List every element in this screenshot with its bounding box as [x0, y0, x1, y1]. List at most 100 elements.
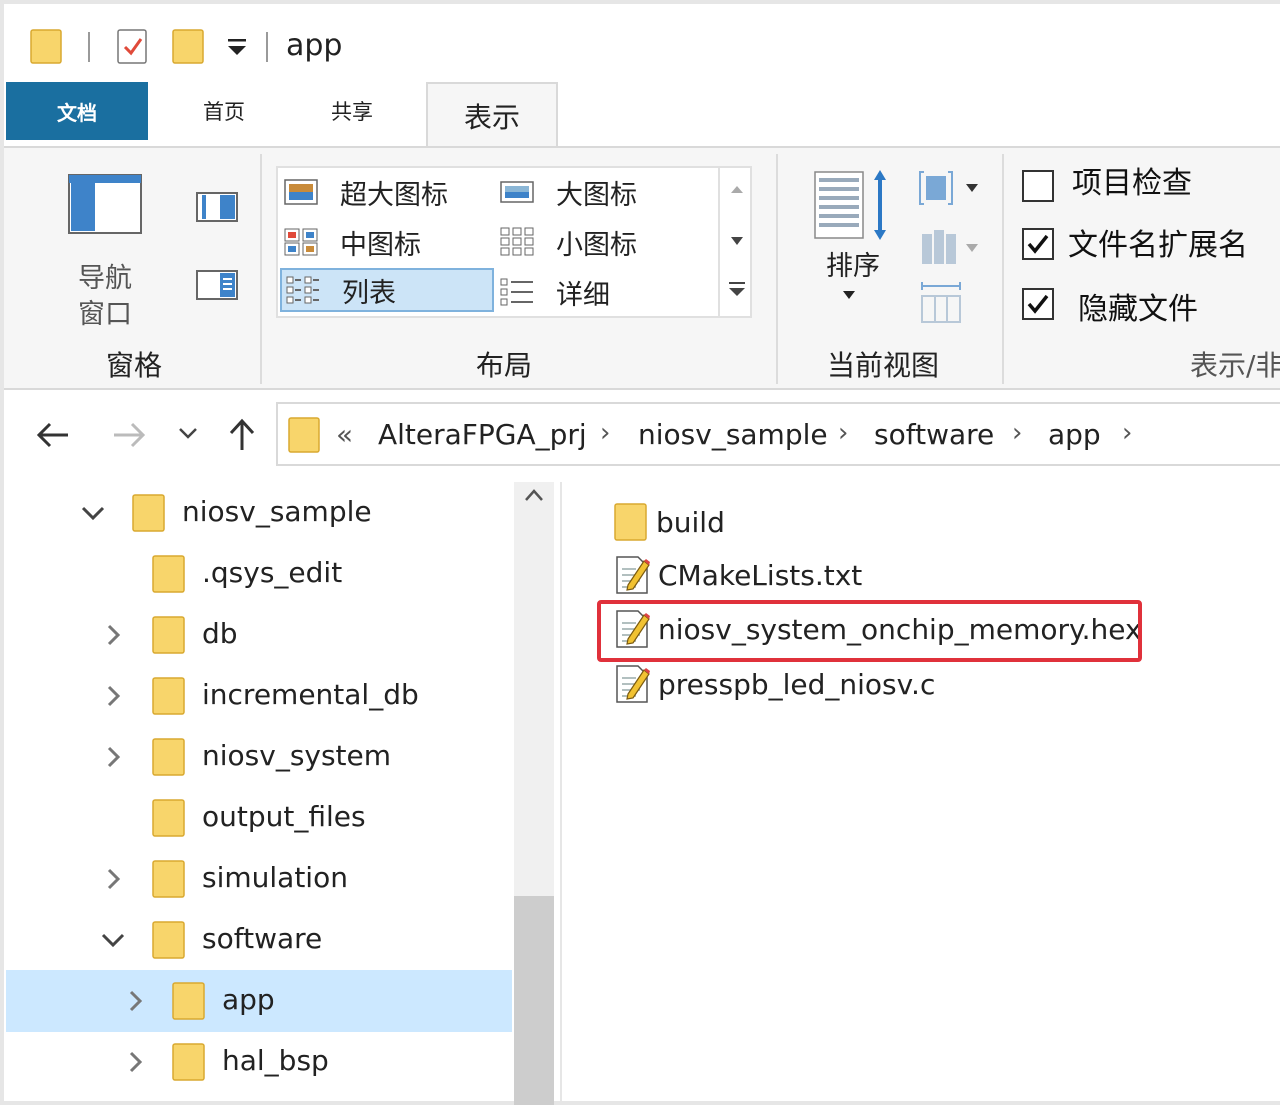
item-checkbox-toggle[interactable] — [1022, 170, 1054, 202]
preview-pane-icon[interactable] — [196, 192, 238, 222]
layout-extra-large-icons[interactable]: 超大图标 — [284, 170, 484, 214]
tree-item-label: hal_bsp — [222, 1044, 329, 1077]
folder-icon — [152, 555, 185, 593]
chevron-down-icon[interactable] — [100, 929, 126, 951]
recent-locations-chevron-icon[interactable] — [178, 426, 198, 440]
breadcrumb-chevron-icon[interactable]: › — [1122, 418, 1132, 448]
back-arrow-icon[interactable] — [36, 420, 70, 450]
hidden-items-label[interactable]: 隐藏文件 — [1078, 284, 1198, 328]
forward-arrow-icon[interactable] — [112, 420, 146, 450]
tree-item[interactable]: software — [0, 911, 512, 969]
file-item[interactable]: CMakeLists.txt — [614, 551, 862, 599]
scrollbar-thumb[interactable] — [514, 896, 554, 1105]
pane-divider[interactable] — [560, 482, 562, 1105]
group-by-icon[interactable] — [918, 168, 984, 208]
ribbon-panel: 导航 窗口 窗格 超大图标 大图标 中图标 小图标 列表 详细 布局 排序 当前… — [4, 146, 1280, 390]
details-pane-icon[interactable] — [196, 270, 238, 300]
tab-view[interactable]: 表示 — [426, 82, 558, 148]
breadcrumb-item[interactable]: niosv_sample — [638, 418, 828, 451]
small-icons-icon — [500, 227, 534, 256]
item-checkbox-label[interactable]: 项目检查 — [1072, 158, 1192, 202]
chevron-down-icon[interactable] — [80, 502, 106, 524]
tree-item-label: app — [222, 983, 275, 1016]
file-extensions-checkbox[interactable] — [1022, 228, 1054, 260]
layout-list[interactable]: 列表 — [280, 268, 494, 312]
customize-toolbar-icon[interactable] — [226, 38, 248, 56]
breadcrumb-item[interactable]: software — [874, 418, 994, 451]
tree-item[interactable]: niosv_system — [0, 728, 512, 786]
file-name: CMakeLists.txt — [658, 558, 863, 592]
nav-pane-label-1[interactable]: 导航 — [68, 256, 142, 295]
tree-item-label: niosv_system — [202, 739, 392, 772]
ribbon-divider — [260, 154, 262, 384]
tree-item[interactable]: app — [0, 972, 512, 1030]
layout-label: 超大图标 — [340, 179, 448, 211]
group-label-show-hide: 表示/非 — [1190, 349, 1280, 382]
chevron-right-icon[interactable] — [122, 990, 148, 1012]
add-columns-icon[interactable] — [918, 228, 984, 266]
folder-icon — [152, 677, 185, 715]
nav-pane-scrollbar[interactable] — [514, 482, 554, 1105]
layout-medium-icons[interactable]: 中图标 — [284, 220, 484, 264]
gallery-expand-icon[interactable] — [728, 280, 746, 298]
folder-icon — [152, 799, 185, 837]
folder-icon[interactable] — [30, 28, 64, 64]
tree-item[interactable]: output_files — [0, 789, 512, 847]
file-extensions-label[interactable]: 文件名扩展名 — [1068, 220, 1248, 264]
large-icons-icon — [500, 181, 534, 203]
tab-file[interactable]: 文档 — [6, 82, 148, 140]
chevron-right-icon[interactable] — [100, 685, 126, 707]
tree-item-label: output_files — [202, 800, 366, 833]
chevron-right-icon[interactable] — [100, 624, 126, 646]
size-columns-icon[interactable] — [918, 280, 964, 324]
chevron-right-icon[interactable] — [100, 868, 126, 890]
breadcrumb-overflow[interactable]: « — [336, 418, 353, 451]
sort-by-label[interactable]: 排序 — [810, 244, 896, 283]
chevron-right-icon[interactable] — [122, 1051, 148, 1073]
sort-dropdown-icon[interactable] — [842, 290, 856, 300]
layout-small-icons[interactable]: 小图标 — [500, 220, 700, 264]
tree-item-label: software — [202, 922, 323, 955]
layout-large-icons[interactable]: 大图标 — [500, 170, 700, 214]
tree-item[interactable]: niosv_sample — [0, 484, 512, 542]
file-name: build — [656, 505, 725, 539]
file-item[interactable]: presspb_led_niosv.c — [614, 660, 935, 708]
gallery-up-icon[interactable] — [730, 184, 744, 194]
tree-item[interactable]: .qsys_edit — [0, 545, 512, 603]
nav-pane-label-2[interactable]: 窗口 — [68, 292, 142, 331]
sort-by-icon[interactable] — [814, 168, 890, 242]
tree-item[interactable]: simulation — [0, 850, 512, 908]
breadcrumb-chevron-icon[interactable]: › — [600, 418, 610, 448]
window-title: app — [286, 28, 343, 63]
list-icon — [286, 276, 319, 304]
gallery-down-icon[interactable] — [730, 236, 744, 246]
text-file-icon — [616, 665, 650, 703]
new-folder-icon[interactable] — [172, 28, 206, 64]
breadcrumb-item[interactable]: app — [1048, 418, 1101, 451]
hidden-items-checkbox[interactable] — [1022, 288, 1054, 320]
title-bar: app — [4, 4, 1280, 82]
tree-item[interactable]: incremental_db — [0, 667, 512, 725]
extra-large-icons-icon — [284, 179, 318, 205]
breadcrumb-chevron-icon[interactable]: › — [1012, 418, 1022, 448]
tree-item-label: niosv_sample — [182, 495, 372, 528]
folder-icon — [172, 1043, 205, 1081]
tree-item[interactable]: db — [0, 606, 512, 664]
navigation-pane-icon[interactable] — [68, 174, 142, 234]
breadcrumb-item[interactable]: AlteraFPGA_prj — [378, 418, 587, 451]
layout-label: 小图标 — [556, 229, 637, 261]
folder-icon — [614, 503, 647, 541]
folder-item[interactable]: build — [614, 498, 725, 546]
chevron-right-icon[interactable] — [100, 746, 126, 768]
tab-home[interactable]: 首页 — [170, 82, 278, 140]
up-arrow-icon[interactable] — [226, 418, 258, 452]
tree-item[interactable]: hal_bsp — [0, 1033, 512, 1091]
address-bar[interactable]: « AlteraFPGA_prj › niosv_sample › softwa… — [276, 402, 1280, 466]
properties-icon[interactable] — [116, 28, 150, 64]
tab-share[interactable]: 共享 — [298, 82, 406, 140]
folder-icon — [152, 921, 185, 959]
layout-details[interactable]: 详细 — [500, 270, 700, 314]
breadcrumb-chevron-icon[interactable]: › — [838, 418, 848, 448]
scroll-up-icon[interactable] — [524, 488, 544, 502]
folder-icon — [172, 982, 205, 1020]
